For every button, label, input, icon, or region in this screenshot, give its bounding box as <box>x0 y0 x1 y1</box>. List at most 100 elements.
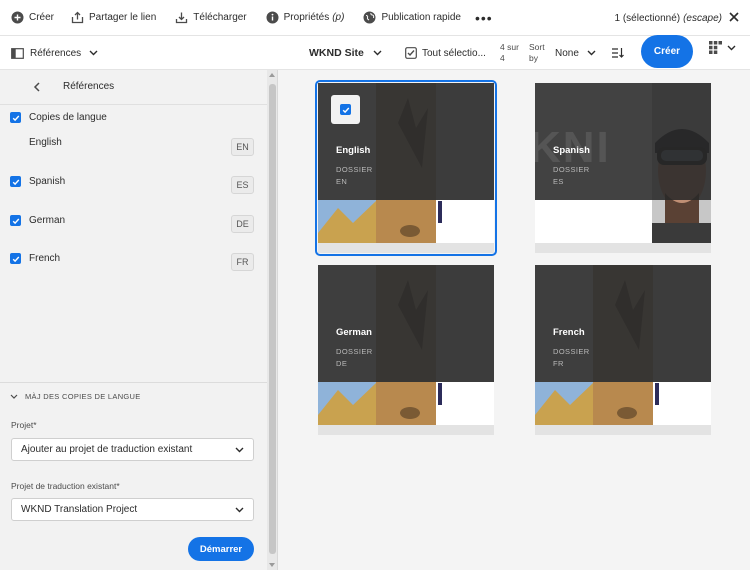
more-actions-button[interactable]: ••• <box>475 0 493 36</box>
checkmark-icon <box>12 115 19 121</box>
language-item-german[interactable]: German <box>10 215 65 226</box>
share-link-action[interactable]: Partager le lien <box>71 0 156 36</box>
card-language-code: ES <box>553 177 564 186</box>
sort-by-line1: Sort <box>529 42 545 52</box>
chevron-left-icon[interactable] <box>30 80 44 94</box>
item-count: 4 sur 4 <box>500 42 524 64</box>
card-type: DOSSIER <box>336 165 373 174</box>
checkbox-checked[interactable] <box>10 112 21 123</box>
selection-count: 1 (sélectionné) <box>614 12 681 24</box>
language-copies-toggle[interactable]: Copies de langue <box>10 112 107 123</box>
site-selector-label: WKND Site <box>309 47 364 59</box>
select-all-label: Tout sélectio... <box>422 47 486 59</box>
scrollbar-thumb[interactable] <box>269 84 276 554</box>
rail-panel-icon <box>11 47 24 59</box>
language-item-english[interactable]: English <box>29 137 62 148</box>
update-language-copies-header[interactable]: MÀJ DES COPIES DE LANGUE <box>10 392 141 401</box>
card-thumbnail: French DOSSIER FR <box>535 265 711 425</box>
folder-card-french[interactable]: French DOSSIER FR <box>535 265 711 435</box>
download-label: Télécharger <box>193 12 247 23</box>
card-footer <box>318 425 494 435</box>
plus-circle-icon <box>11 11 24 24</box>
existing-project-value: WKND Translation Project <box>21 504 138 515</box>
properties-action[interactable]: Propriétés (p) <box>266 0 345 36</box>
folder-card-spanish[interactable]: KNI Spanish DOSSIER ES <box>535 83 711 253</box>
project-field-label: Projet* <box>11 420 37 430</box>
language-code-badge: FR <box>231 253 254 271</box>
checkmark-icon <box>12 179 19 185</box>
language-name: French <box>29 253 61 264</box>
card-thumbnail: KNI Spanish DOSSIER ES <box>535 83 711 243</box>
chevron-down-icon <box>89 50 98 56</box>
checkmark-icon <box>12 218 19 224</box>
language-name: Spanish <box>29 176 66 187</box>
checkbox-checked[interactable] <box>10 253 21 264</box>
project-picker[interactable]: Ajouter au projet de traduction existant <box>11 438 254 461</box>
view-switcher[interactable] <box>709 41 736 54</box>
checkbox-icon <box>405 47 417 59</box>
close-icon[interactable] <box>726 9 742 25</box>
select-all-button[interactable]: Tout sélectio... <box>405 36 486 70</box>
folder-card-english[interactable]: English DOSSIER EN <box>315 80 497 256</box>
card-title: French <box>553 327 585 338</box>
share-link-label: Partager le lien <box>89 12 157 23</box>
properties-label: Propriétés <box>283 12 330 23</box>
sort-by-label: Sort by <box>529 42 549 64</box>
language-name: German <box>29 215 66 226</box>
language-name: English <box>29 137 62 148</box>
selection-escape-hint: (escape) <box>683 12 722 24</box>
download-action[interactable]: Télécharger <box>175 0 247 36</box>
create-button[interactable]: Créer <box>641 35 693 68</box>
card-title: English <box>336 145 371 156</box>
quick-publish-label: Publication rapide <box>381 12 461 23</box>
item-count-line2: 4 <box>500 53 505 63</box>
card-footer <box>535 243 711 253</box>
globe-icon <box>363 11 376 24</box>
card-type: DOSSIER <box>336 347 373 356</box>
properties-shortcut: (p) <box>332 12 345 23</box>
card-footer <box>535 425 711 435</box>
scroll-down-arrow[interactable] <box>269 563 275 567</box>
chevron-down-icon <box>235 507 244 513</box>
sort-by-line2: by <box>529 53 538 63</box>
card-title: Spanish <box>553 145 590 156</box>
download-icon <box>176 12 188 24</box>
rail-scrollbar[interactable] <box>267 70 278 570</box>
update-language-copies-label: MÀJ DES COPIES DE LANGUE <box>25 392 141 401</box>
chevron-down-icon <box>10 394 18 399</box>
chevron-down-icon <box>727 45 736 50</box>
card-selection-checkbox[interactable] <box>331 95 360 124</box>
language-item-french[interactable]: French <box>10 253 60 264</box>
language-code-badge: ES <box>231 176 254 194</box>
create-action-label: Créer <box>29 12 55 23</box>
checkmark-icon <box>12 256 19 262</box>
info-icon <box>266 11 279 24</box>
card-title: German <box>336 327 372 338</box>
checkbox-checked[interactable] <box>10 215 21 226</box>
quick-publish-action[interactable]: Publication rapide <box>363 0 461 36</box>
card-view-icon <box>709 41 722 54</box>
card-thumbnail: English DOSSIER EN <box>318 83 494 243</box>
sort-picker[interactable]: None <box>555 36 596 70</box>
action-bar: Créer Partager le lien Télécharger Propr… <box>0 0 750 36</box>
references-rail: Références Copies de langue English EN S… <box>0 70 267 570</box>
project-picker-value: Ajouter au projet de traduction existant <box>21 444 193 455</box>
card-language-code: FR <box>553 359 564 368</box>
chevron-down-icon <box>235 447 244 453</box>
language-code-badge: EN <box>231 138 254 156</box>
rail-selector-label: Références <box>30 47 82 59</box>
sort-picker-value: None <box>555 47 579 59</box>
sort-order-icon[interactable] <box>611 47 624 59</box>
share-icon <box>71 11 84 24</box>
start-button[interactable]: Démarrer <box>188 537 254 561</box>
card-thumbnail: German DOSSIER DE <box>318 265 494 425</box>
checkbox-checked[interactable] <box>10 176 21 187</box>
language-item-spanish[interactable]: Spanish <box>10 176 65 187</box>
rail-selector[interactable]: Références <box>11 36 104 70</box>
create-action[interactable]: Créer <box>11 0 54 36</box>
existing-project-picker[interactable]: WKND Translation Project <box>11 498 254 521</box>
scroll-up-arrow[interactable] <box>269 73 275 77</box>
folder-card-german[interactable]: German DOSSIER DE <box>318 265 494 435</box>
selection-info: 1 (sélectionné) (escape) <box>615 0 723 36</box>
site-selector[interactable]: WKND Site <box>309 36 382 70</box>
